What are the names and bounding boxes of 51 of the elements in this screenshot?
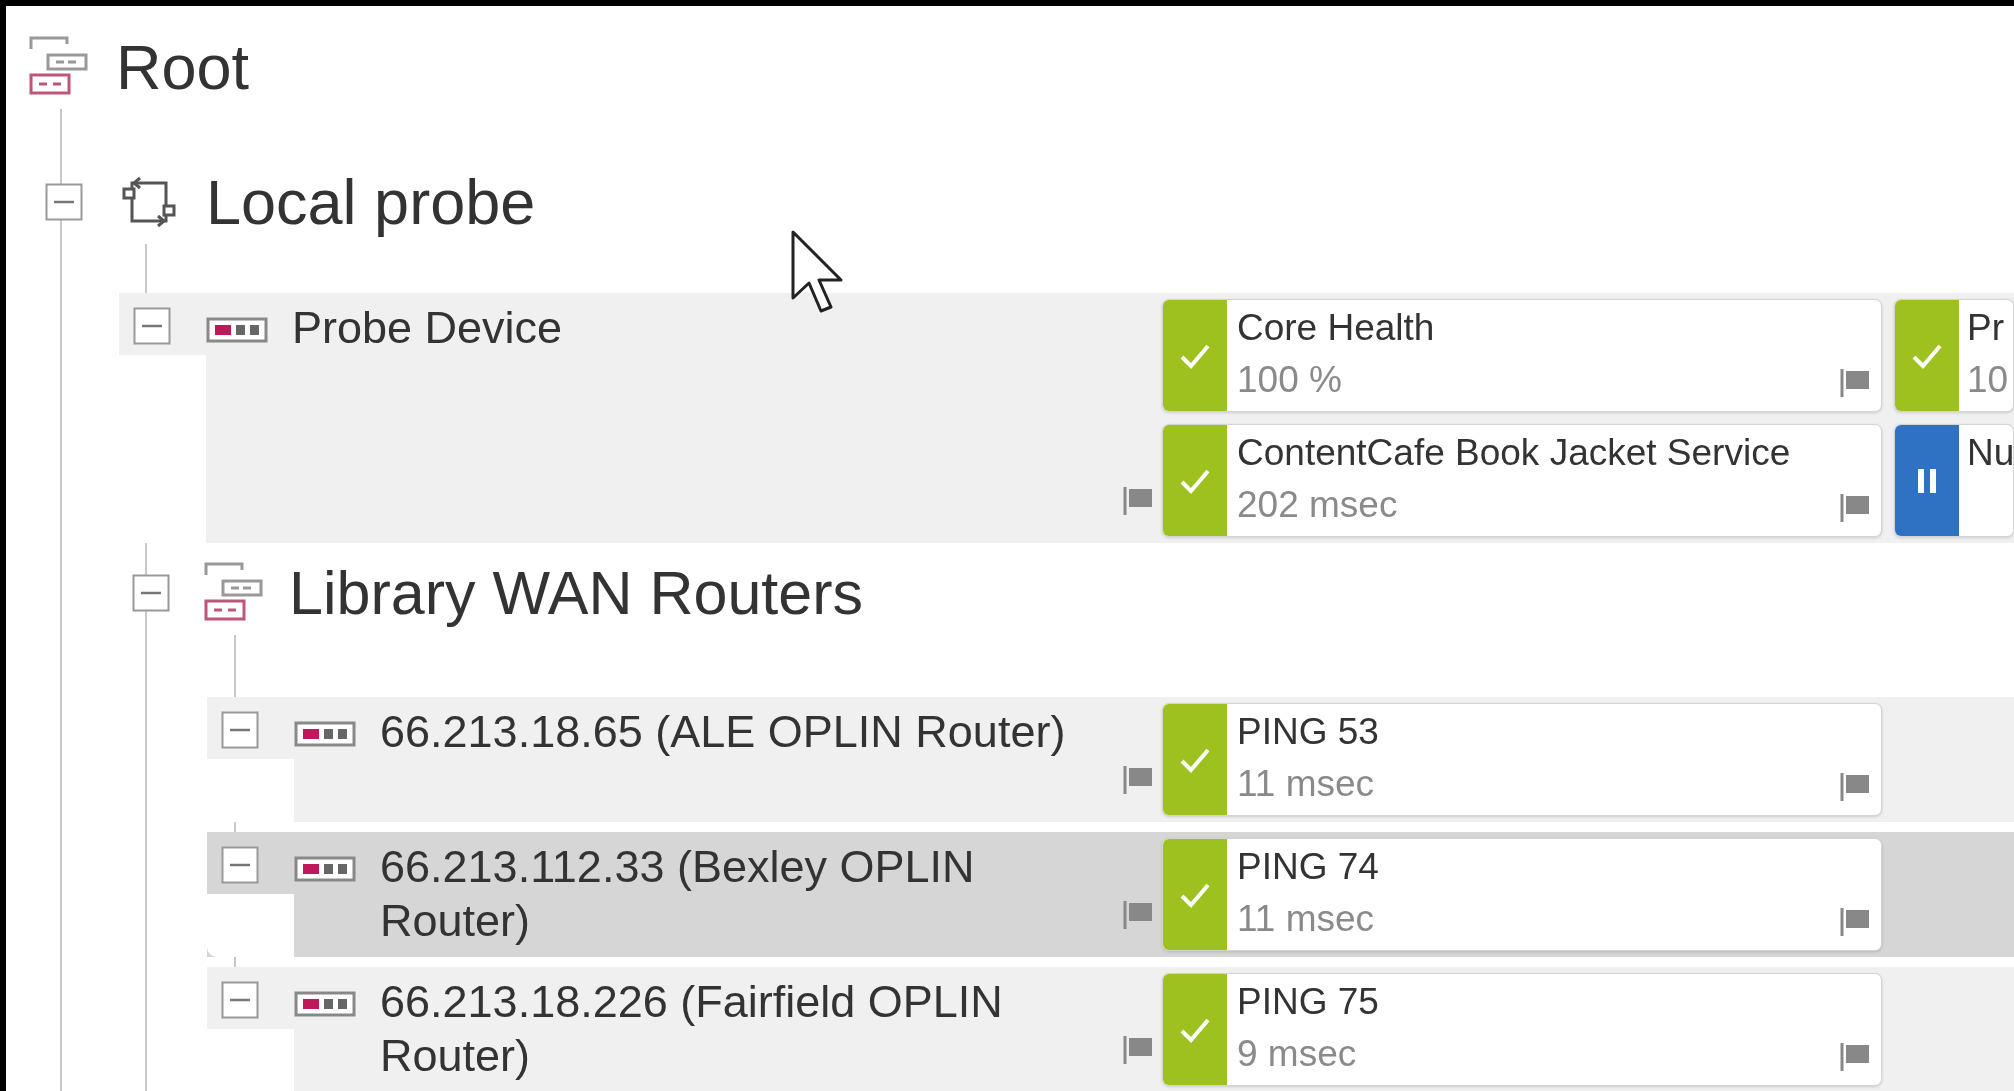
sensor-value: 100 % (1237, 358, 1343, 402)
sensor-card[interactable]: Core Health 100 % (1162, 299, 1882, 412)
tree-row[interactable]: 66.213.18.65 (ALE OPLIN Router) PING 53 11 msec (207, 697, 2014, 822)
sensor-name: ContentCafe Book Jacket Service (1237, 431, 1792, 475)
device-icon (294, 991, 356, 1017)
sensor-value: 10 (1967, 358, 2009, 402)
sensor-card[interactable]: PING 75 9 msec (1162, 973, 1882, 1086)
tree-row[interactable]: 66.213.18.226 (Fairfield OPLIN Router) PING 75 9 msec (207, 967, 2014, 1091)
tree-row[interactable]: 66.213.112.33 (Bexley OPLIN Router) PING 74 11 msec (207, 832, 2014, 957)
flag-icon[interactable] (1839, 906, 1871, 938)
device-label: Probe Device (292, 301, 564, 355)
sensor-name: PING 75 (1237, 980, 1380, 1024)
flag-icon[interactable] (1839, 1041, 1871, 1073)
sensor-value: 202 msec (1237, 483, 1399, 527)
node-label[interactable]: Library WAN Routers (285, 558, 867, 628)
sensor-value: 11 msec (1237, 762, 1376, 806)
sensor-card[interactable]: PING 74 11 msec (1162, 838, 1882, 951)
sensor-name: PING 53 (1237, 710, 1380, 754)
device-icon (294, 721, 356, 747)
sensor-card[interactable]: Pr 10 (1894, 299, 2014, 412)
sensor-name: Core Health (1237, 306, 1436, 350)
flag-icon[interactable] (1839, 492, 1871, 524)
device-label: 66.213.18.65 (ALE OPLIN Router) (380, 705, 1067, 759)
device-label: 66.213.112.33 (Bexley OPLIN Router) (380, 840, 976, 948)
tree-toggle[interactable] (133, 307, 171, 345)
sensor-value: 9 msec (1237, 1032, 1358, 1076)
device-icon (206, 317, 268, 343)
sensor-name: Nu (1967, 431, 2013, 475)
tree-toggle[interactable] (221, 711, 259, 749)
flag-icon[interactable] (1122, 485, 1154, 517)
tree-toggle[interactable] (45, 183, 83, 221)
sensor-card[interactable]: PING 53 11 msec (1162, 703, 1882, 816)
tree-row[interactable]: Probe Device Core Health 100 % Pr 10 ContentCafe Book Jacket Service 202 msec Nu (119, 293, 2014, 543)
device-label: 66.213.18.226 (Fairfield OPLIN Router) (380, 975, 1004, 1083)
flag-icon[interactable] (1122, 899, 1154, 931)
probe-icon (122, 175, 176, 229)
flag-icon[interactable] (1122, 764, 1154, 796)
node-label[interactable]: Root (112, 31, 254, 103)
flag-icon[interactable] (1122, 1034, 1154, 1066)
tree-toggle[interactable] (132, 574, 170, 612)
flag-icon[interactable] (1839, 367, 1871, 399)
sensor-card[interactable]: Nu (1894, 424, 2014, 537)
tree-toggle[interactable] (221, 981, 259, 1019)
sensor-value: 11 msec (1237, 897, 1376, 941)
sensor-card[interactable]: ContentCafe Book Jacket Service 202 msec (1162, 424, 1882, 537)
sensor-name: PING 74 (1237, 845, 1380, 889)
device-icon (294, 856, 356, 882)
node-label[interactable]: Local probe (202, 166, 540, 238)
flag-icon[interactable] (1839, 771, 1871, 803)
tree-toggle[interactable] (221, 846, 259, 884)
sensor-name: Pr (1967, 306, 2005, 350)
